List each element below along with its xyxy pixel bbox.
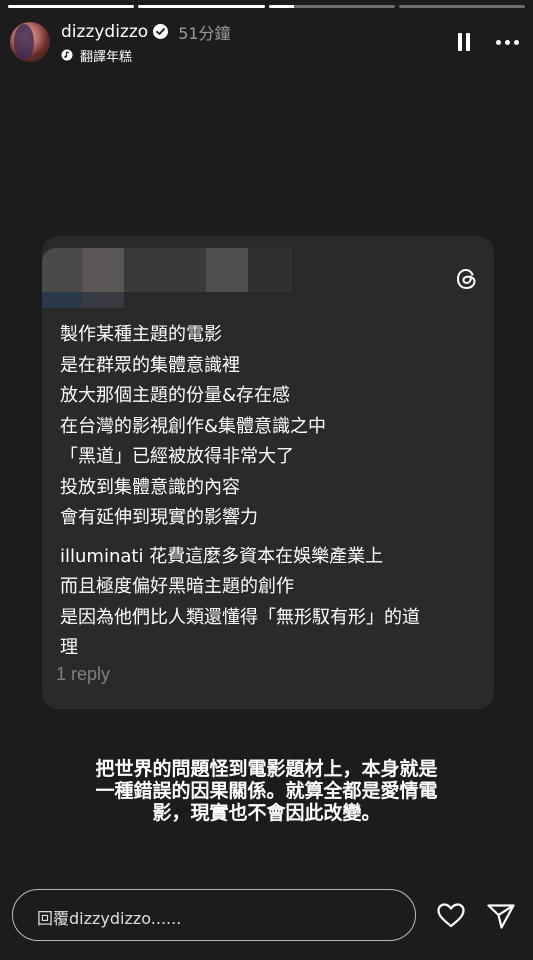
- reply-count[interactable]: 1 reply: [56, 664, 110, 685]
- threads-logo-icon: [456, 268, 476, 290]
- reply-placeholder: 回覆dizzydizzo......: [37, 909, 182, 928]
- caption-line: 一種錯誤的因果關係。就算全都是愛情電: [95, 780, 438, 802]
- story-caption: 把世界的問題怪到電影題材上，本身就是 一種錯誤的因果關係。就算全都是愛情電 影，…: [50, 758, 483, 824]
- caption-line: 把世界的問題怪到電影題材上，本身就是: [95, 758, 438, 780]
- progress-segment: [138, 5, 265, 8]
- post-line: illuminati 花費這麼多資本在娛樂產業上: [60, 545, 384, 567]
- progress-segment: [8, 5, 135, 8]
- music-label: 翻譯年糕: [80, 49, 133, 65]
- reply-input[interactable]: 回覆dizzydizzo......: [12, 889, 416, 941]
- post-line: 投放到集體意識的內容: [60, 476, 240, 498]
- music-note-icon: [61, 49, 73, 61]
- more-icon[interactable]: [496, 39, 519, 45]
- post-line: 「黑道」已經被放得非常大了: [60, 446, 294, 467]
- progress-segment: [268, 5, 395, 8]
- post-line: 製作某種主題的電影: [60, 324, 222, 345]
- post-time: 51分鐘: [178, 23, 231, 43]
- post-line: 會有延伸到現實的影響力: [60, 507, 258, 528]
- post-line: 而且極度偏好黑暗主題的創作: [60, 576, 294, 597]
- music-label-row[interactable]: 翻譯年糕: [61, 46, 231, 65]
- post-line: 在台灣的影視創作&集體意識之中: [60, 415, 327, 437]
- send-icon[interactable]: [486, 902, 516, 930]
- verified-badge-icon: [153, 24, 169, 39]
- post-text: 製作某種主題的電影 是在群眾的集體意識裡 放大那個主題的份量&存在感 在台灣的影…: [60, 320, 480, 664]
- username[interactable]: dizzydizzo: [61, 22, 148, 42]
- caption-line: 影，現實也不會因此改變。: [152, 802, 381, 824]
- progress-segment: [398, 5, 525, 8]
- story-progress-bar: [8, 5, 525, 8]
- story-meta: dizzydizzo 51分鐘 翻譯年糕: [61, 20, 231, 65]
- post-line: 是在群眾的集體意識裡: [60, 354, 240, 376]
- pause-icon[interactable]: [458, 33, 470, 51]
- post-line: 是因為他們比人類還懂得「無形馭有形」的道: [60, 606, 420, 628]
- story-header: dizzydizzo 51分鐘 翻譯年糕: [10, 20, 519, 65]
- post-line: 放大那個主題的份量&存在感: [60, 385, 291, 406]
- threads-post-card[interactable]: 製作某種主題的電影 是在群眾的集體意識裡 放大那個主題的份量&存在感 在台灣的影…: [42, 236, 494, 709]
- post-line: 理: [60, 637, 78, 658]
- heart-icon[interactable]: [436, 901, 466, 929]
- blurred-username: [42, 248, 292, 308]
- avatar[interactable]: [10, 22, 50, 62]
